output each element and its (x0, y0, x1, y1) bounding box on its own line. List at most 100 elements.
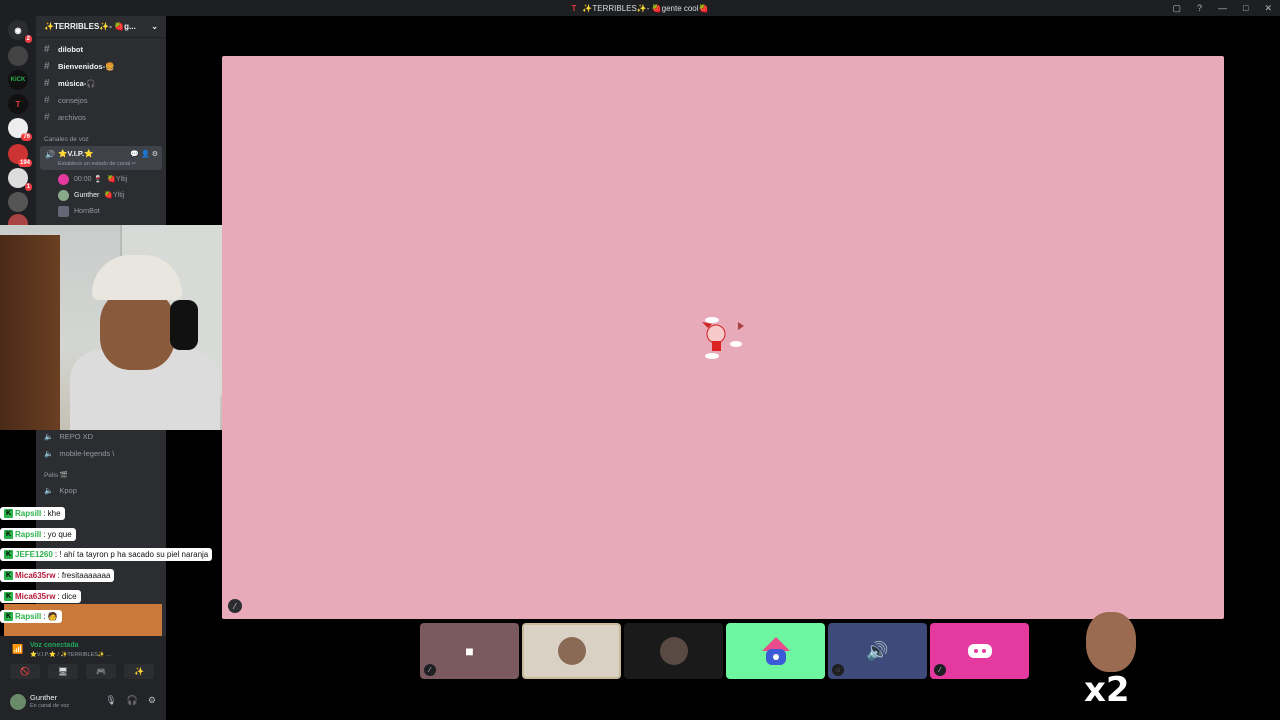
chat-text: : yo que (43, 530, 72, 539)
close-button[interactable]: ✕ (1264, 3, 1272, 14)
terribles-logo-icon: T (571, 3, 577, 13)
avatar (58, 189, 69, 201)
server-icon[interactable]: 194 (8, 144, 32, 167)
voice-channel-repo[interactable]: 🔈 REPO XD (42, 428, 162, 444)
mic-muted-icon: ⁄ (228, 599, 242, 613)
participant-tile[interactable] (726, 623, 825, 679)
participant-tile[interactable]: ■ ⁄ (420, 623, 519, 679)
participant-tile[interactable] (522, 623, 621, 679)
chat-text: : dice (57, 592, 77, 601)
deafened-icon: ◌ (832, 664, 844, 676)
participant-tiles: ■ ⁄ 🔊 ◌ ⁄ (420, 623, 1029, 679)
inbox-icon[interactable]: ▢ (1172, 3, 1181, 14)
chat-message: K Rapsill : yo que (0, 528, 76, 541)
headphones-icon[interactable]: 🎧 (127, 695, 138, 706)
bot-avatar-icon (761, 637, 790, 665)
channel-item-musica[interactable]: # música-🎧 (42, 75, 162, 91)
hash-icon: # (44, 60, 50, 72)
speaker-icon: 🔈 (44, 485, 54, 495)
server-icon[interactable]: 76 (8, 118, 32, 141)
voice-channel-kpop[interactable]: 🔈 Kpop (42, 482, 162, 498)
server-icon[interactable]: 1 (8, 168, 32, 191)
microphone-icon[interactable]: 🎙 (105, 695, 116, 706)
discord-icon[interactable]: ◉ 2 (8, 20, 32, 43)
category-voice[interactable]: Canales de voz (44, 136, 89, 143)
gear-icon[interactable]: ⚙ (148, 695, 156, 706)
channel-label: consejos (58, 95, 88, 105)
window-controls: ▢ ? — □ ✕ (1172, 0, 1272, 16)
channel-status-hint[interactable]: Establece un estado de canal ✏ (58, 161, 136, 167)
chevron-down-icon[interactable]: ⌄ (151, 22, 158, 31)
meme-face (1086, 612, 1136, 672)
channel-tools-icon[interactable]: 💬 👤 ⚙ (130, 150, 158, 158)
channel-item-archivos[interactable]: # archivos (42, 109, 162, 125)
powerpuff-sprite (702, 317, 744, 359)
chat-text: : khe (43, 509, 61, 518)
participant-tile[interactable]: ⁄ (930, 623, 1029, 679)
terribles-server-icon[interactable]: T (8, 94, 28, 114)
kick-icon: K (4, 612, 13, 621)
activities-button[interactable]: 🎮 (86, 664, 116, 679)
channel-label: dilobot (58, 44, 83, 54)
voice-user[interactable]: 00:00 🍷 🍓Yltij (58, 172, 127, 186)
webcam-person (70, 255, 220, 430)
kick-icon[interactable]: KICK (8, 70, 28, 90)
chat-message: K Rapsill : khe (0, 507, 65, 520)
voice-user-tag: 🍓Yltij (104, 192, 125, 199)
chat-user: Mica635rw (15, 592, 56, 601)
kick-icon: K (4, 509, 13, 518)
server-name: ✨TERRIBLES✨- 🍓g... (44, 22, 136, 31)
user-name: Gunther (30, 693, 58, 702)
participant-tile[interactable] (624, 623, 723, 679)
chat-message: K Mica635rw : fresitaaaaaaa (0, 569, 115, 582)
voice-channel-name: ⭐V.I.P.⭐ (58, 149, 94, 158)
chat-message: K Rapsill : 🧑 (0, 610, 62, 623)
soundboard-button[interactable]: ✨ (124, 664, 154, 679)
mic-muted-icon: ⁄ (934, 664, 946, 676)
chat-user: Rapsill (15, 612, 42, 621)
speaker-icon: 🔈 (44, 448, 54, 458)
hash-icon: # (44, 77, 50, 89)
voice-user-name: 00:00 🍷 (74, 176, 103, 183)
voice-channel-path[interactable]: ⭐V.I.P.⭐ / ✨TERRIBLES✨ ... (30, 652, 111, 658)
channel-item-bienvenidos[interactable]: # Bienvenidos-🍔 (42, 58, 162, 74)
channel-label: archivos (58, 112, 86, 122)
camera-off-button[interactable]: 🚫 (10, 664, 40, 679)
stream-stage[interactable]: ⁄ (222, 56, 1224, 619)
channel-label: mobile-legends \ (59, 448, 115, 458)
channel-item-consejos[interactable]: # consejos (42, 92, 162, 108)
voice-channel-vip[interactable]: 🔊 ⭐V.I.P.⭐ Establece un estado de canal … (40, 146, 162, 170)
signal-icon[interactable]: 📶 (12, 644, 23, 655)
multiplier-text: x2 (1084, 670, 1130, 710)
hash-icon: # (44, 111, 50, 123)
maximize-button[interactable]: □ (1243, 3, 1248, 13)
voice-user[interactable]: HornBot (58, 204, 100, 218)
server-name-header[interactable]: ✨TERRIBLES✨- 🍓g... ⌄ (36, 16, 166, 38)
help-icon[interactable]: ? (1197, 3, 1202, 13)
voice-channel-mobile-legends[interactable]: 🔈 mobile-legends \ (42, 445, 162, 461)
channel-label: REPO XD (59, 431, 94, 441)
kick-icon: K (4, 530, 13, 539)
channel-label: Bienvenidos-🍔 (58, 61, 115, 71)
chat-message: K JEFE1260 : ! ahí ta tayron p ha sacado … (0, 548, 213, 561)
channel-item-dilobot[interactable]: # dilobot (42, 41, 162, 57)
participant-tile[interactable]: 🔊 ◌ (828, 623, 927, 679)
kick-icon: K (4, 592, 13, 601)
category-pelis[interactable]: Pelis 🎬 (44, 471, 68, 479)
server-icon[interactable] (8, 192, 28, 212)
mic-muted-icon: ⁄ (424, 664, 436, 676)
chat-user: Mica635rw (15, 571, 56, 580)
chat-text: : ! ahí ta tayron p ha sacado su piel na… (54, 550, 209, 559)
avatar (58, 205, 69, 217)
screen-share-button[interactable]: 🖥 (48, 664, 78, 679)
video-icon: ■ (465, 643, 474, 659)
speaker-bot-icon: 🔊 (866, 640, 889, 661)
voice-user[interactable]: Gunther 🍓Yltij (58, 188, 124, 202)
channel-label: Kpop (59, 485, 77, 495)
minimize-button[interactable]: — (1218, 3, 1227, 13)
hash-icon: # (44, 43, 50, 55)
server-icon[interactable] (8, 46, 28, 66)
window-title: ✨TERRIBLES✨- 🍓gente cool🍓 (582, 3, 709, 13)
user-panel: Gunther En canal de voz 🎙 🎧 ⚙ (0, 686, 166, 720)
avatar[interactable] (10, 694, 26, 710)
